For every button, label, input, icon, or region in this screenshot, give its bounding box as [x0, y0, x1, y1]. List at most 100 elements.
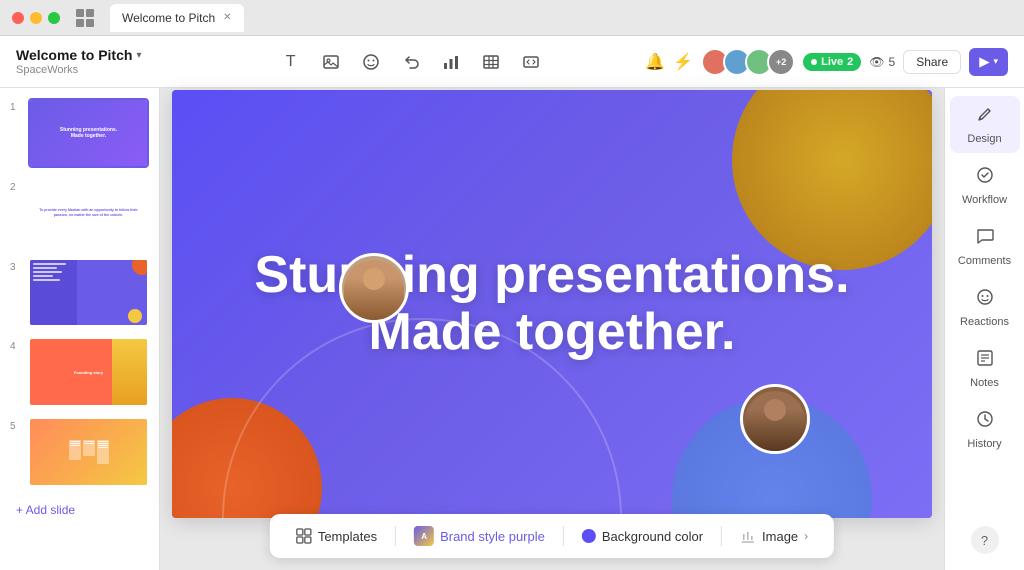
- history-panel-item[interactable]: History: [950, 401, 1020, 458]
- brand-style-button[interactable]: A Brand style purple: [404, 522, 555, 550]
- slide-number-2: 2: [10, 182, 22, 193]
- title-chevron-icon[interactable]: ▾: [136, 50, 141, 61]
- templates-label: Templates: [318, 529, 377, 544]
- main-layout: 1 Stunning presentations.Made together. …: [0, 88, 1024, 570]
- history-icon: [975, 409, 995, 434]
- slide-thumb-text-2: To provide every Martian with an opportu…: [30, 202, 147, 223]
- play-icon: ▶: [979, 54, 989, 70]
- image-icon: [740, 528, 756, 544]
- chart-tool-button[interactable]: [435, 46, 467, 78]
- design-icon: [975, 104, 995, 129]
- slide-thumb-text-1: Stunning presentations.Made together.: [56, 123, 121, 143]
- notes-icon: [975, 348, 995, 373]
- undo-tool-button[interactable]: [395, 46, 427, 78]
- design-panel-item[interactable]: Design: [950, 96, 1020, 153]
- slide-item-4[interactable]: 4 Founding story: [8, 335, 151, 409]
- notification-icon[interactable]: 🔔: [645, 52, 665, 72]
- embed-tool-button[interactable]: [515, 46, 547, 78]
- slide-canvas[interactable]: Stunning presentations. Made together.: [172, 90, 932, 518]
- slide-panel: 1 Stunning presentations.Made together. …: [0, 88, 160, 570]
- image-tool-button[interactable]: [315, 46, 347, 78]
- app-title: Welcome to Pitch: [16, 47, 132, 63]
- views-count: 👁 5: [869, 55, 895, 69]
- toolbar-separator-3: [721, 526, 722, 546]
- image-label: Image: [762, 529, 798, 544]
- comments-label: Comments: [958, 255, 1011, 267]
- text-tool-button[interactable]: T: [275, 46, 307, 78]
- live-badge: Live 2: [803, 53, 861, 71]
- design-label: Design: [967, 133, 1001, 145]
- minimize-dot[interactable]: [30, 12, 42, 24]
- title-section: Welcome to Pitch ▾ SpaceWorks: [16, 47, 176, 76]
- close-dot[interactable]: [12, 12, 24, 24]
- background-color-button[interactable]: Background color: [572, 525, 713, 548]
- live-label: Live: [821, 56, 843, 68]
- brand-style-icon: A: [414, 526, 434, 546]
- headline-line2: Made together.: [369, 303, 736, 361]
- toolbar-tools: T: [184, 46, 637, 78]
- maximize-dot[interactable]: [48, 12, 60, 24]
- toolbar-separator-1: [395, 526, 396, 546]
- templates-icon: [296, 528, 312, 544]
- tab-title: Welcome to Pitch: [122, 11, 215, 25]
- comments-icon: [975, 226, 995, 251]
- image-button[interactable]: Image ›: [730, 524, 818, 548]
- avatar-group: +2: [701, 48, 795, 76]
- background-color-dot: [582, 529, 596, 543]
- live-dot: [811, 59, 817, 65]
- canvas-area: Stunning presentations. Made together.: [160, 88, 944, 570]
- share-button[interactable]: Share: [903, 50, 961, 74]
- slide-item-3[interactable]: 3: [8, 256, 151, 330]
- help-button[interactable]: ?: [971, 526, 999, 554]
- table-tool-button[interactable]: [475, 46, 507, 78]
- slide-thumb-text-4: Founding story: [70, 366, 107, 379]
- reactions-icon: [975, 287, 995, 312]
- slide-number-1: 1: [10, 102, 22, 113]
- add-slide-label: + Add slide: [16, 503, 75, 517]
- slide-thumbnail-1[interactable]: Stunning presentations.Made together.: [28, 98, 149, 168]
- background-color-label: Background color: [602, 529, 703, 544]
- slide-number-4: 4: [10, 341, 22, 352]
- reactions-label: Reactions: [960, 316, 1009, 328]
- comments-panel-item[interactable]: Comments: [950, 218, 1020, 275]
- views-number: 5: [889, 55, 896, 69]
- play-chevron: ▾: [993, 56, 998, 67]
- templates-button[interactable]: Templates: [286, 524, 387, 548]
- emoji-tool-button[interactable]: [355, 46, 387, 78]
- slide-item-2[interactable]: 2 To provide every Martian with an oppor…: [8, 176, 151, 250]
- grid-icon[interactable]: [76, 9, 94, 27]
- app-subtitle: SpaceWorks: [16, 64, 141, 76]
- slide-item-5[interactable]: 5: [8, 415, 151, 489]
- tab-close-icon[interactable]: ✕: [223, 12, 231, 23]
- slide-thumbnail-2[interactable]: To provide every Martian with an opportu…: [28, 178, 149, 248]
- reactions-panel-item[interactable]: Reactions: [950, 279, 1020, 336]
- bottom-toolbar: Templates A Brand style purple Backgroun…: [270, 514, 834, 558]
- add-slide-button[interactable]: + Add slide: [8, 495, 151, 525]
- person-avatar-2: [740, 384, 810, 454]
- toolbar-chevron-icon: ›: [804, 529, 808, 543]
- titlebar: Welcome to Pitch ✕: [0, 0, 1024, 36]
- avatar-count: +2: [767, 48, 795, 76]
- workflow-panel-item[interactable]: Workflow: [950, 157, 1020, 214]
- play-button[interactable]: ▶ ▾: [969, 48, 1008, 76]
- notes-panel-item[interactable]: Notes: [950, 340, 1020, 397]
- right-panel: Design Workflow Comments Reactions Notes: [944, 88, 1024, 570]
- slide-number-5: 5: [10, 421, 22, 432]
- toolbar-separator-2: [563, 526, 564, 546]
- brand-style-label: Brand style purple: [440, 529, 545, 544]
- bolt-icon[interactable]: ⚡: [673, 52, 693, 72]
- slide-thumbnail-5[interactable]: [28, 417, 149, 487]
- workflow-label: Workflow: [962, 194, 1007, 206]
- slide-thumbnail-3[interactable]: [28, 258, 149, 328]
- slide-item-1[interactable]: 1 Stunning presentations.Made together.: [8, 96, 151, 170]
- workflow-icon: [975, 165, 995, 190]
- brand-icon-text: A: [421, 532, 427, 541]
- browser-tab[interactable]: Welcome to Pitch ✕: [110, 4, 244, 32]
- notes-label: Notes: [970, 377, 999, 389]
- history-label: History: [967, 438, 1001, 450]
- slide-thumbnail-4[interactable]: Founding story: [28, 337, 149, 407]
- slide-number-3: 3: [10, 262, 22, 273]
- live-count: 2: [847, 56, 853, 68]
- slide-background: Stunning presentations. Made together.: [172, 90, 932, 518]
- views-icon: 👁: [869, 55, 884, 69]
